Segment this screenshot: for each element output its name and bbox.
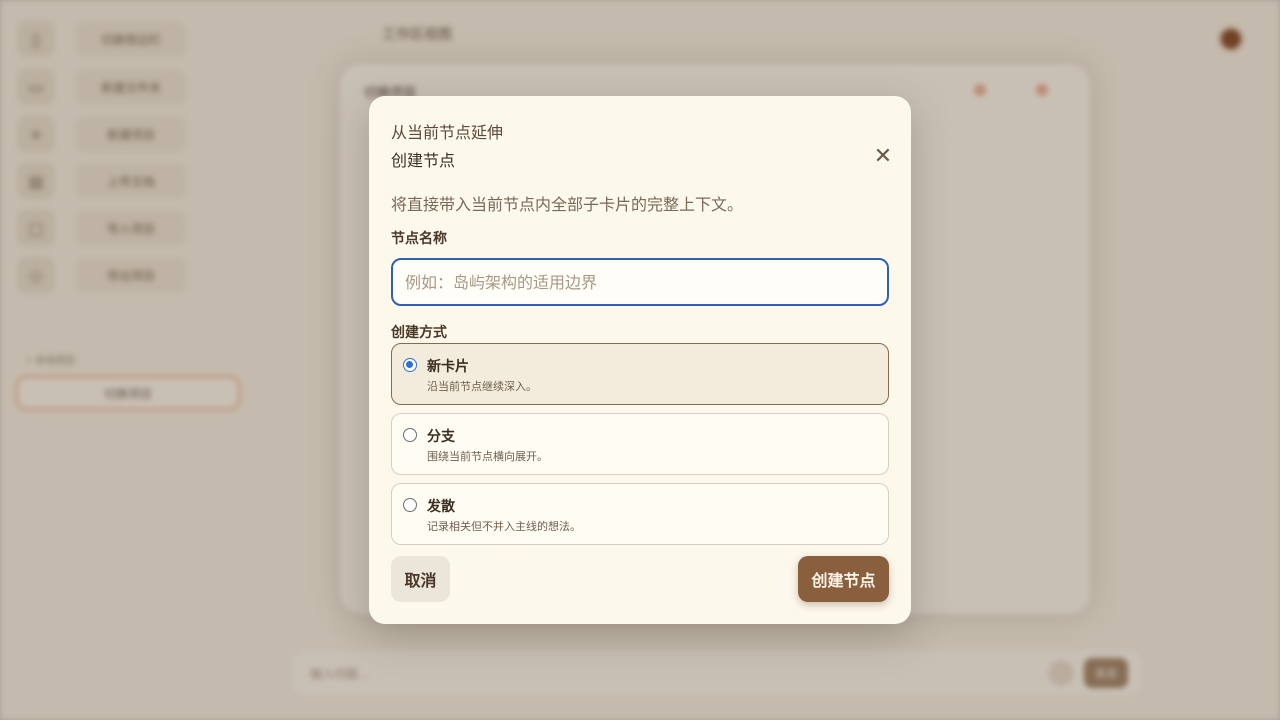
create-node-button[interactable]: 创建节点 — [798, 556, 889, 602]
creation-mode-label: 创建方式 — [391, 325, 447, 341]
radio-diverge[interactable] — [403, 498, 417, 512]
radio-branch[interactable] — [403, 428, 417, 442]
close-icon[interactable]: ✕ — [869, 142, 897, 170]
dialog-eyebrow: 从当前节点延伸 — [391, 123, 504, 142]
option-branch[interactable]: 分支 围绕当前节点横向展开。 — [391, 413, 889, 475]
node-name-label: 节点名称 — [391, 231, 447, 247]
radio-new-card[interactable] — [403, 358, 417, 372]
option-title: 发散 — [427, 499, 455, 515]
option-title: 分支 — [427, 429, 455, 445]
cancel-button[interactable]: 取消 — [391, 556, 450, 602]
option-subtitle: 记录相关但不并入主线的想法。 — [427, 520, 581, 533]
node-name-input[interactable] — [391, 258, 889, 306]
create-node-dialog: 从当前节点延伸 创建节点 ✕ 将直接带入当前节点内全部子卡片的完整上下文。 节点… — [369, 96, 911, 624]
option-subtitle: 沿当前节点继续深入。 — [427, 380, 537, 393]
option-title: 新卡片 — [427, 359, 469, 375]
option-subtitle: 围绕当前节点横向展开。 — [427, 450, 548, 463]
dialog-description: 将直接带入当前节点内全部子卡片的完整上下文。 — [391, 195, 744, 214]
option-new-card[interactable]: 新卡片 沿当前节点继续深入。 — [391, 343, 889, 405]
dialog-title: 创建节点 — [391, 151, 456, 170]
option-diverge[interactable]: 发散 记录相关但不并入主线的想法。 — [391, 483, 889, 545]
